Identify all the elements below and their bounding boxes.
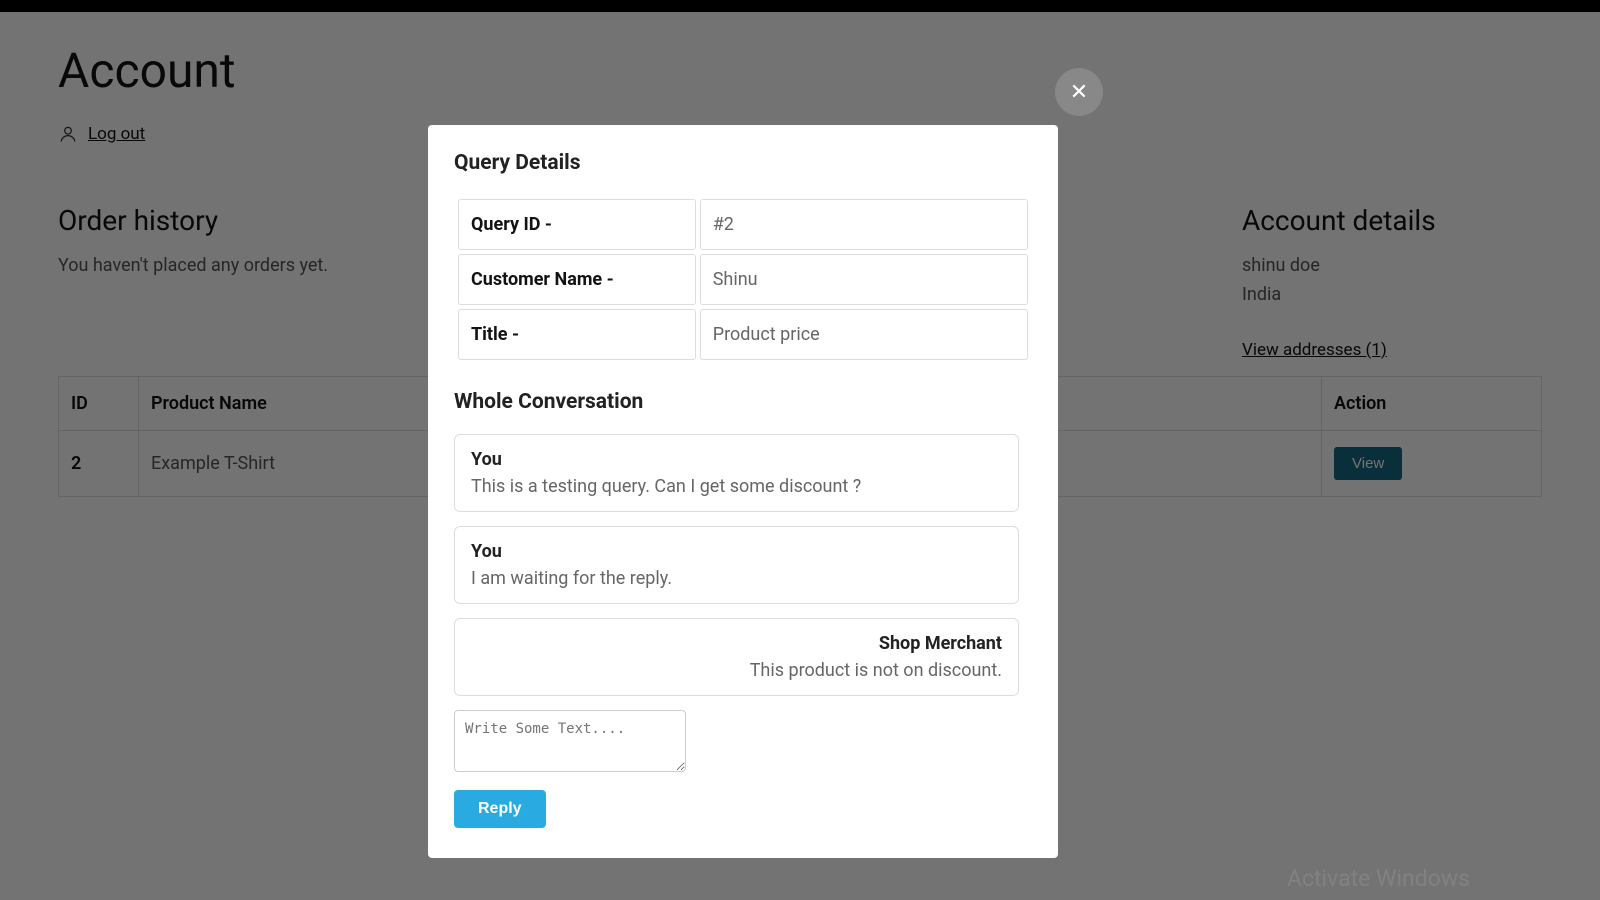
- value-title: Product price: [700, 309, 1028, 360]
- label-title: Title -: [458, 309, 696, 360]
- reply-button[interactable]: Reply: [454, 790, 546, 828]
- message-text: This is a testing query. Can I get some …: [471, 476, 1002, 497]
- label-customer-name: Customer Name -: [458, 254, 696, 305]
- value-query-id: #2: [700, 199, 1028, 250]
- windows-watermark: Activate Windows: [1287, 865, 1470, 892]
- message-sender: Shop Merchant: [471, 633, 1002, 654]
- message-sender: You: [471, 541, 1002, 562]
- conversation-heading: Whole Conversation: [454, 390, 1032, 414]
- reply-textarea[interactable]: [454, 710, 686, 772]
- label-query-id: Query ID -: [458, 199, 696, 250]
- detail-row-title: Title - Product price: [458, 309, 1028, 360]
- message-box: You I am waiting for the reply.: [454, 526, 1019, 604]
- message-box: Shop Merchant This product is not on dis…: [454, 618, 1019, 696]
- message-box: You This is a testing query. Can I get s…: [454, 434, 1019, 512]
- detail-row-query-id: Query ID - #2: [458, 199, 1028, 250]
- message-sender: You: [471, 449, 1002, 470]
- detail-table: Query ID - #2 Customer Name - Shinu Titl…: [454, 195, 1032, 364]
- message-text: I am waiting for the reply.: [471, 568, 1002, 589]
- close-button[interactable]: ✕: [1055, 68, 1103, 116]
- close-icon: ✕: [1070, 79, 1088, 105]
- message-text: This product is not on discount.: [471, 660, 1002, 681]
- query-modal: Query Details Query ID - #2 Customer Nam…: [428, 125, 1058, 858]
- detail-row-customer-name: Customer Name - Shinu: [458, 254, 1028, 305]
- value-customer-name: Shinu: [700, 254, 1028, 305]
- query-details-heading: Query Details: [454, 151, 1032, 175]
